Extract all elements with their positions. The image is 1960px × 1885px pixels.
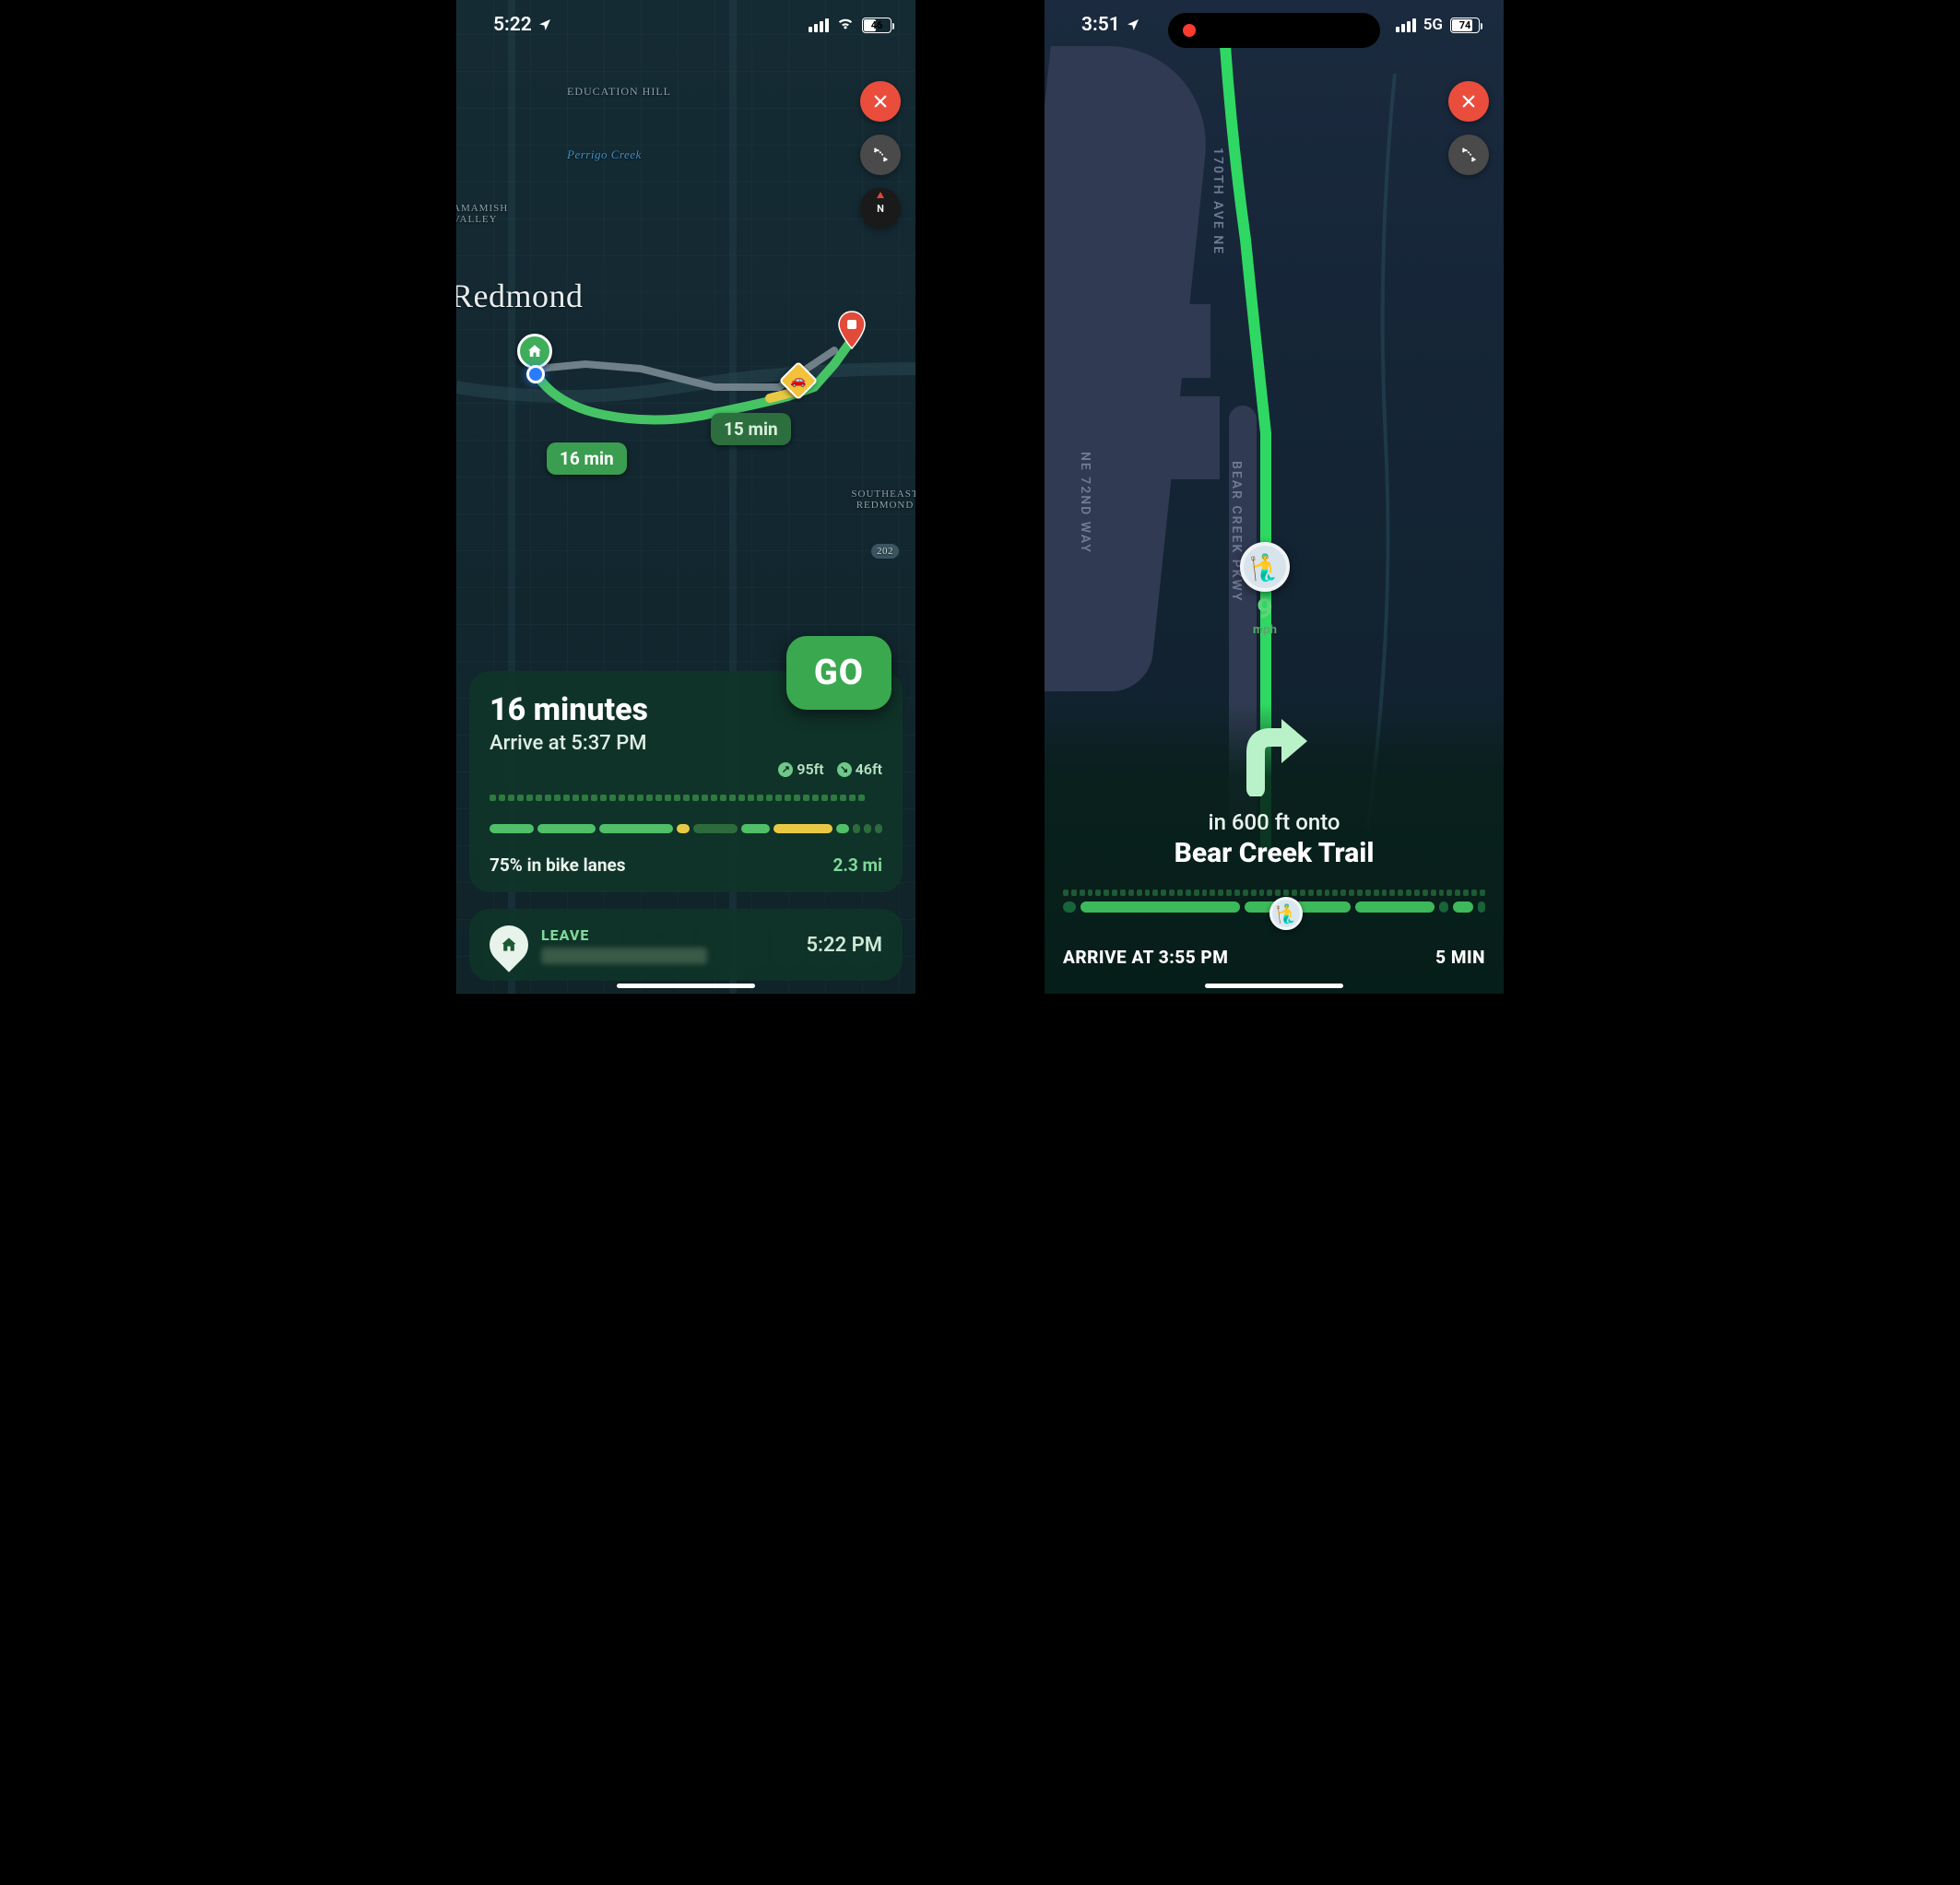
cell-signal-icon <box>809 18 829 32</box>
home-indicator[interactable] <box>617 984 755 988</box>
battery-level: 46 <box>871 19 883 31</box>
road-label: BEAR CREEK PKWY <box>1229 461 1244 602</box>
route-icon <box>871 146 890 164</box>
leave-card[interactable]: LEAVE 5:22 PM <box>469 909 903 981</box>
arrival-time: ARRIVE AT 3:55 PM <box>1063 947 1228 968</box>
close-icon <box>872 93 889 110</box>
map-creek-label: Perrigo Creek <box>567 147 642 162</box>
go-button[interactable]: GO <box>786 636 891 710</box>
route-progress: 🧜‍♂️ <box>1063 889 1485 930</box>
destination-pin[interactable] <box>836 310 868 350</box>
bike-lane-pct: 75% in bike lanes <box>490 854 626 876</box>
battery-icon: 46 <box>862 18 891 33</box>
road-label: 170TH AVE NE <box>1210 147 1225 255</box>
route-options-button[interactable] <box>860 135 901 175</box>
leave-home-icon <box>481 917 536 972</box>
progress-avatar-marker: 🧜‍♂️ <box>1269 897 1303 930</box>
home-icon <box>526 343 543 359</box>
wifi-icon <box>836 16 855 35</box>
phone-navigation: 170TH AVE NE NE 72ND WAY BEAR CREEK PKWY… <box>1045 0 1504 994</box>
navigation-sheet[interactable]: in 600 ft onto Bear Creek Trail 🧜‍♂️ ARR… <box>1045 704 1504 994</box>
time-remaining: 5 MIN <box>1435 947 1485 968</box>
location-arrow-icon <box>1126 18 1140 32</box>
elevation-down: 46ft <box>856 760 882 778</box>
nav-bottom-stats: ARRIVE AT 3:55 PM 5 MIN <box>1063 947 1485 968</box>
avatar-emoji: 🧜‍♂️ <box>1249 552 1281 583</box>
route-stats-row: 75% in bike lanes 2.3 mi <box>490 854 882 876</box>
location-arrow-icon <box>537 18 552 32</box>
route-time-badge-b[interactable]: 15 min <box>711 413 791 445</box>
turn-street-name: Bear Creek Trail <box>1063 837 1485 869</box>
home-pin[interactable] <box>517 334 552 369</box>
turn-distance-line: in 600 ft onto <box>1063 809 1485 835</box>
speed-unit: mph <box>1253 623 1277 637</box>
elevation-down-icon: ↘ <box>837 762 852 777</box>
map-neighborhood-label-3: AMAMISH VALLEY <box>456 203 519 225</box>
elevation-up-icon: ↗ <box>778 762 793 777</box>
close-button[interactable] <box>860 81 901 122</box>
turn-right-icon <box>1063 704 1485 796</box>
leave-label: LEAVE <box>541 926 707 944</box>
speed-indicator: 9 mph <box>1253 595 1277 637</box>
leave-address-redacted <box>541 948 707 964</box>
arrival-time: Arrive at 5:37 PM <box>490 732 882 755</box>
speed-value: 9 <box>1253 595 1277 623</box>
traffic-bar <box>490 818 882 840</box>
route-summary-sheet[interactable]: GO 16 minutes Arrive at 5:37 PM ↗95ft ↘4… <box>469 671 903 892</box>
user-avatar[interactable]: 🧜‍♂️ <box>1240 542 1290 592</box>
route-icon <box>1459 146 1478 164</box>
map-neighborhood-label-2: SOUTHEAST REDMOND <box>844 489 915 511</box>
elevation-up: 95ft <box>797 760 823 778</box>
battery-icon: 74 <box>1450 18 1480 33</box>
elevation-row: ↗ 95ft ↘ 46ft <box>490 760 882 778</box>
recording-indicator-icon <box>1183 24 1196 37</box>
compass-button[interactable]: N <box>860 188 901 229</box>
battery-level: 74 <box>1459 19 1471 31</box>
map-city-label: Redmond <box>456 277 584 315</box>
status-time: 3:51 <box>1081 14 1120 36</box>
traffic-intensity-dots <box>490 795 882 801</box>
status-time: 5:22 <box>493 14 532 36</box>
phone-route-preview: Redmond EDUCATION HILL Perrigo Creek SOU… <box>456 0 915 994</box>
map-neighborhood-label: EDUCATION HILL <box>567 85 671 99</box>
route-time-badge-a[interactable]: 16 min <box>547 442 627 475</box>
road-label: NE 72ND WAY <box>1078 452 1092 554</box>
close-button[interactable] <box>1448 81 1489 122</box>
cell-signal-icon <box>1396 18 1416 32</box>
status-bar: 5:22 46 <box>456 0 915 50</box>
network-label: 5G <box>1423 16 1443 34</box>
route-distance: 2.3 mi <box>832 854 882 876</box>
close-icon <box>1460 93 1477 110</box>
route-options-button[interactable] <box>1448 135 1489 175</box>
map-highway-shield: 202 <box>871 544 899 559</box>
current-location-dot <box>526 365 545 383</box>
leave-time: 5:22 PM <box>806 934 882 957</box>
dynamic-island[interactable] <box>1168 13 1380 48</box>
home-indicator[interactable] <box>1205 984 1343 988</box>
compass-n-label: N <box>877 203 884 215</box>
